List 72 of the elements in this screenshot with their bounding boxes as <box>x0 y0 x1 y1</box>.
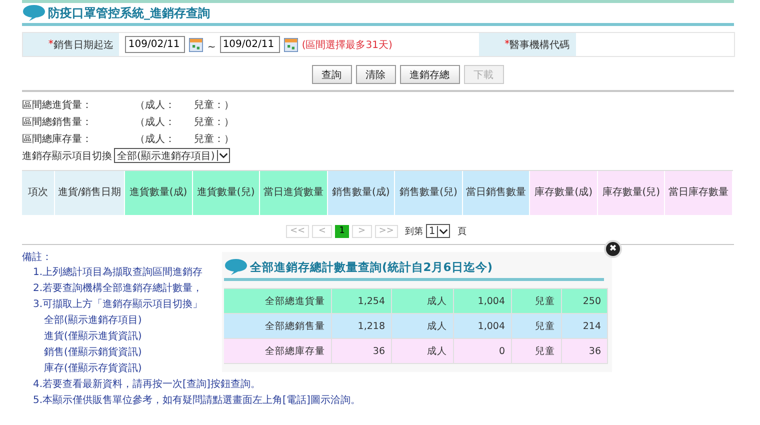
table-cell: 全部總進貨量 <box>224 289 332 313</box>
table-cell: 成人 <box>392 314 454 338</box>
table-cell: 214 <box>562 314 608 338</box>
table-cell: 36 <box>332 339 392 363</box>
table-cell: 兒童 <box>512 314 562 338</box>
note-text: 2.若要查詢機構全部進銷存總計數量， <box>33 282 203 296</box>
page-select[interactable]: 1 <box>426 224 450 238</box>
summary-label: 區間總進貨量： <box>22 98 93 112</box>
note-subitem: 銷售(僅顯示銷貨資訊) <box>44 346 142 360</box>
summary-label: 區間總庫存量： <box>22 132 93 146</box>
date-to-field[interactable]: 109/02/11 <box>220 36 280 53</box>
table-cell: 兒童 <box>512 289 562 313</box>
field-label: *醫事機構代碼 <box>479 33 576 56</box>
dropdown-caret-icon[interactable] <box>437 226 450 236</box>
summary-adult: （成人： <box>135 132 176 146</box>
column-header: 銷售數量(兒) <box>395 171 463 215</box>
table-cell: 36 <box>562 339 608 363</box>
action-button[interactable]: 清除 <box>356 65 396 84</box>
summary-child: 兒童：） <box>194 98 234 112</box>
page-button[interactable]: 1 <box>335 224 349 238</box>
column-header: 庫存數量(成) <box>530 171 598 215</box>
speech-bubble-icon <box>22 4 46 22</box>
note-subitem: 全部(顯示進銷存項目) <box>44 314 142 328</box>
column-header: 項次 <box>22 171 55 215</box>
date-from-field[interactable]: 109/02/11 <box>125 36 186 53</box>
range-hint: (區間選擇最多31天) <box>302 38 392 52</box>
column-header: 進貨數量(成) <box>125 171 193 215</box>
close-button[interactable]: ✖ <box>604 240 622 258</box>
table-cell: 0 <box>454 339 512 363</box>
switch-label: 進銷存顯示項目切換 <box>22 150 112 162</box>
dropdown-caret-icon[interactable] <box>216 150 229 161</box>
display-select[interactable]: 全部(顯示進銷存項目) <box>114 148 230 163</box>
calendar-icon[interactable] <box>284 38 298 52</box>
column-header: 進貨數量(兒) <box>192 171 260 215</box>
column-header: 庫存數量(兒) <box>598 171 666 215</box>
calendar-icon[interactable] <box>189 38 204 52</box>
note-subitem: 庫存(僅顯示存貨資訊) <box>44 362 142 376</box>
table-cell: 全部總銷售量 <box>224 314 332 338</box>
summary-label: 區間總銷售量： <box>22 116 93 128</box>
goto-label: 到第 <box>404 226 423 238</box>
table-cell: 1,254 <box>332 289 392 313</box>
column-header: 當日銷售數量 <box>462 171 530 215</box>
goto-suffix: 頁 <box>457 226 466 238</box>
note-text: 1.上列總計項目為擷取查詢區間進銷存 <box>33 266 203 280</box>
table-cell: 兒童 <box>512 339 562 363</box>
table-cell: 250 <box>562 289 608 313</box>
note-text: 5.本顯示僅供販售單位參考，如有疑問請點選畫面左上角[電話]圖示洽詢。 <box>33 394 360 408</box>
summary-child: 兒童：） <box>194 116 234 128</box>
note-text: 3.可擷取上方「進銷存顯示項目切換」 <box>33 298 203 312</box>
action-button[interactable]: 查詢 <box>312 65 352 84</box>
action-button[interactable]: 進銷存總 <box>400 65 460 84</box>
column-header: 進貨/銷售日期 <box>55 171 125 215</box>
dialog-title: 全部進銷存總計數量查詢(統計自2月6日迄今) <box>250 260 493 274</box>
notes-title: 備註： <box>22 250 53 264</box>
table-cell: 1,004 <box>454 289 512 313</box>
field-label: *銷售日期起迄 <box>23 33 120 56</box>
summary-adult: （成人： <box>135 98 176 112</box>
table-cell: 全部總庫存量 <box>224 339 332 363</box>
table-cell: 1,218 <box>332 314 392 338</box>
table-cell: 成人 <box>392 339 454 363</box>
column-header: 銷售數量(成) <box>328 171 396 215</box>
page-title: 防疫口罩管控系統_進銷存查詢 <box>48 4 210 22</box>
table-cell: 成人 <box>392 289 454 313</box>
note-subitem: 進貨(僅顯示進貨資訊) <box>44 330 142 344</box>
summary-adult: （成人： <box>135 116 176 128</box>
column-header: 當日庫存數量 <box>665 171 733 215</box>
range-separator: ~ <box>207 42 216 53</box>
summary-child: 兒童：） <box>194 132 234 146</box>
note-text: 4.若要查看最新資料，請再按一次[查詢]按鈕查詢。 <box>33 378 260 392</box>
table-cell: 1,004 <box>454 314 512 338</box>
column-header: 當日進貨數量 <box>260 171 328 215</box>
speech-bubble-icon <box>224 258 248 276</box>
